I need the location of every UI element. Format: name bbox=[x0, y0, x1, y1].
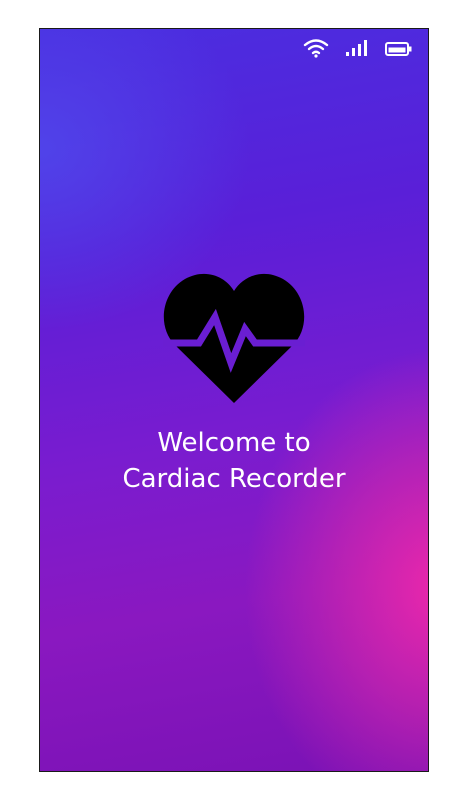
welcome-heading: Welcome to Cardiac Recorder bbox=[40, 425, 428, 497]
cellular-signal-icon bbox=[346, 40, 367, 56]
battery-icon bbox=[385, 42, 412, 56]
splash-content: Welcome to Cardiac Recorder bbox=[40, 271, 428, 497]
status-bar bbox=[228, 29, 428, 69]
welcome-line-2: Cardiac Recorder bbox=[122, 464, 346, 494]
phone-screen: Welcome to Cardiac Recorder bbox=[39, 28, 429, 772]
wifi-icon bbox=[303, 39, 329, 58]
welcome-line-1: Welcome to bbox=[157, 428, 311, 458]
heart-pulse-icon bbox=[163, 273, 305, 403]
